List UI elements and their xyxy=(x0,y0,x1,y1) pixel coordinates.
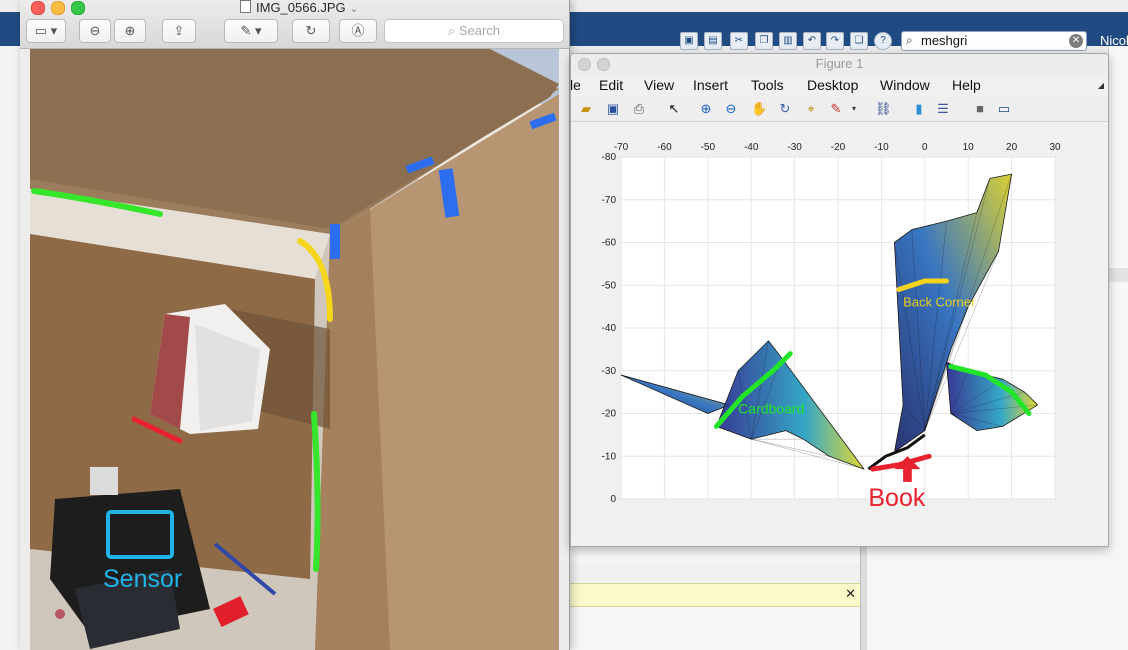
redo-icon[interactable]: ↷ xyxy=(826,32,844,50)
share-button[interactable]: ⇪ xyxy=(162,19,196,43)
window-title: IMG_0566.JPG ⌄ xyxy=(240,0,358,15)
y-tick-label: -30 xyxy=(602,366,617,377)
figure-toolbar: ▰ ▣ ⎙ ↖ ⊕ ⊖ ✋ ↻ ⌖ ✎ ▾ ⛓ ▮ ☰ ■ ▭ xyxy=(571,97,1108,122)
surface-plot[interactable]: -70 -60 -50 -40 -30 -20 -10 0 10 20 30-80-70-60-50… xyxy=(571,122,1108,546)
x-tick-label: -10 xyxy=(874,142,889,153)
zoom-window-button[interactable] xyxy=(71,1,85,15)
back-corner-label: Back Corner xyxy=(903,295,976,310)
clear-search-icon[interactable]: ✕ xyxy=(1069,34,1083,48)
search-icon: ⌕ xyxy=(906,33,913,47)
print-icon[interactable]: ⎙ xyxy=(631,101,647,117)
menu-help[interactable]: Help xyxy=(952,77,981,93)
rotate-button[interactable]: ↻ xyxy=(292,19,330,43)
y-tick-label: -70 xyxy=(602,195,617,206)
x-tick-label: 30 xyxy=(1049,142,1061,153)
help-icon[interactable]: ? xyxy=(874,32,892,50)
close-notification-icon[interactable]: ✕ xyxy=(845,586,856,602)
notification-bar: ✕ xyxy=(570,583,860,607)
menu-file[interactable]: le xyxy=(571,77,581,93)
photo-canvas: Sensor xyxy=(30,49,559,650)
copy-icon[interactable]: ❐ xyxy=(755,32,773,50)
brush-dropdown-icon[interactable]: ▾ xyxy=(846,101,862,117)
y-tick-label: -20 xyxy=(602,409,617,420)
y-tick-label: -10 xyxy=(602,451,617,462)
save-icon[interactable]: ▤ xyxy=(704,32,722,50)
x-tick-label: -40 xyxy=(744,142,759,153)
sensor-annotation-label: Sensor xyxy=(103,565,182,593)
menu-insert[interactable]: Insert xyxy=(693,77,728,93)
hide-plot-tools-icon[interactable]: ■ xyxy=(972,101,988,117)
menu-desktop[interactable]: Desktop xyxy=(807,77,858,93)
legend-icon[interactable]: ☰ xyxy=(935,101,951,117)
search-placeholder: Search xyxy=(458,23,501,38)
title-chevron-icon[interactable]: ⌄ xyxy=(349,3,358,15)
x-tick-label: 0 xyxy=(922,142,928,153)
preview-titlebar: IMG_0566.JPG ⌄ ▭ ▾ ⊖ ⊕ ⇪ ✎ ▾ ↻ Ⓐ ⌕ Searc… xyxy=(20,0,569,49)
link-plot-icon[interactable]: ⛓ xyxy=(875,101,892,117)
switch-windows-icon[interactable]: ❏ xyxy=(850,32,868,50)
minimize-window-button[interactable] xyxy=(51,1,65,15)
rotate-3d-icon[interactable]: ↻ xyxy=(777,101,793,117)
save-icon[interactable]: ▣ xyxy=(605,101,621,117)
x-tick-label: -70 xyxy=(614,142,629,153)
menu-window[interactable]: Window xyxy=(880,77,930,93)
cardboard-label: Cardboard xyxy=(738,401,804,417)
x-tick-label: -20 xyxy=(831,142,846,153)
zoom-in-icon[interactable]: ⊕ xyxy=(698,101,714,117)
panel-splitter[interactable] xyxy=(860,545,867,650)
x-tick-label: 10 xyxy=(963,142,975,153)
y-tick-label: -50 xyxy=(602,280,617,291)
figure-window: Figure 1 le Edit View Insert Tools Deskt… xyxy=(570,53,1109,547)
preview-window: IMG_0566.JPG ⌄ ▭ ▾ ⊖ ⊕ ⇪ ✎ ▾ ↻ Ⓐ ⌕ Searc… xyxy=(20,0,570,650)
pointer-icon[interactable]: ↖ xyxy=(666,101,682,117)
figure-titlebar: Figure 1 xyxy=(571,54,1108,74)
new-script-icon[interactable]: ▣ xyxy=(680,32,698,50)
panel-header: ▾ xyxy=(570,563,860,598)
annotated-photo: Sensor xyxy=(30,49,559,650)
figure-canvas: -70 -60 -50 -40 -30 -20 -10 0 10 20 30 -80 -70 -60 -50… xyxy=(571,122,1108,546)
window-title-text: IMG_0566.JPG xyxy=(256,0,346,15)
y-tick-label: 0 xyxy=(610,494,616,505)
menu-tools[interactable]: Tools xyxy=(751,77,784,93)
pan-icon[interactable]: ✋ xyxy=(751,101,767,117)
open-icon[interactable]: ▰ xyxy=(578,101,594,117)
x-tick-label: -50 xyxy=(701,142,716,153)
y-tick-label: -40 xyxy=(602,323,617,334)
zoom-in-button[interactable]: ⊕ xyxy=(114,19,146,43)
zoom-out-button[interactable]: ⊖ xyxy=(79,19,111,43)
document-icon xyxy=(240,0,251,13)
figure-menubar: le Edit View Insert Tools Desktop Window… xyxy=(571,74,1108,96)
documentation-search-field[interactable]: ⌕ meshgri ✕ xyxy=(901,31,1087,51)
book-label: Book xyxy=(868,484,925,512)
y-tick-label: -60 xyxy=(602,238,617,249)
search-field[interactable]: ⌕ Search xyxy=(384,19,564,43)
paste-icon[interactable]: ▥ xyxy=(779,32,797,50)
y-tick-label: -80 xyxy=(602,152,617,163)
menu-view[interactable]: View xyxy=(644,77,674,93)
search-input-value[interactable]: meshgri xyxy=(921,33,967,48)
markup-toolbar-button[interactable]: Ⓐ xyxy=(339,19,377,43)
cut-icon[interactable]: ✂ xyxy=(730,32,748,50)
figure-title: Figure 1 xyxy=(815,56,864,71)
show-plot-tools-icon[interactable]: ▭ xyxy=(996,101,1012,117)
sidebar-toggle-button[interactable]: ▭ ▾ xyxy=(26,19,66,43)
brush-icon[interactable]: ✎ xyxy=(828,101,844,117)
panel-divider xyxy=(1109,268,1128,282)
zoom-out-icon[interactable]: ⊖ xyxy=(723,101,739,117)
data-cursor-icon[interactable]: ⌖ xyxy=(803,101,819,117)
x-tick-label: -30 xyxy=(787,142,802,153)
menu-overflow-icon[interactable]: ◢ xyxy=(1098,81,1104,90)
close-window-button[interactable] xyxy=(31,1,45,15)
matlab-bottom-panels: ▾ ✕ xyxy=(570,545,1128,650)
colorbar-icon[interactable]: ▮ xyxy=(911,101,927,117)
undo-icon[interactable]: ↶ xyxy=(803,32,821,50)
x-tick-label: 20 xyxy=(1006,142,1018,153)
x-tick-label: -60 xyxy=(657,142,672,153)
markup-pen-button[interactable]: ✎ ▾ xyxy=(224,19,278,43)
menu-edit[interactable]: Edit xyxy=(599,77,623,93)
